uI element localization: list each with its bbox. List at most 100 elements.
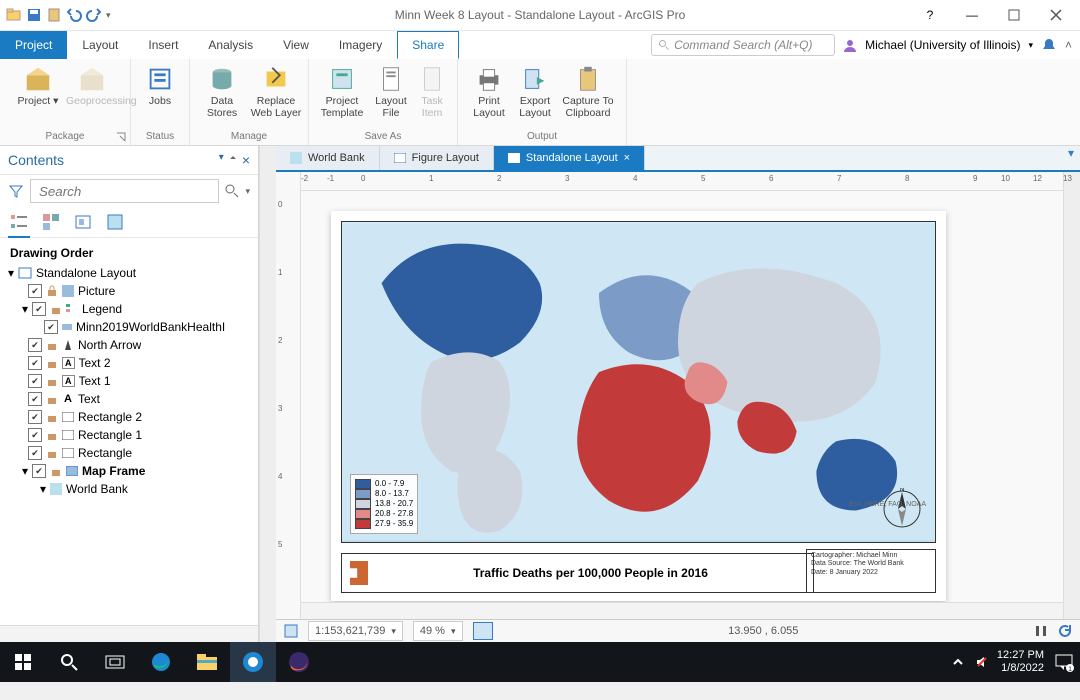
lock-icon[interactable] <box>46 339 58 351</box>
credit-box[interactable]: Cartographer: Michael Minn Data Source: … <box>806 549 936 593</box>
group-output: Print Layout Export Layout Capture To Cl… <box>458 59 627 145</box>
lock-icon[interactable] <box>46 447 58 459</box>
layout-page[interactable]: 0.0 - 7.9 8.0 - 13.7 13.8 - 20.7 20.8 - … <box>331 211 946 601</box>
ribbon: Project ▾ Geoprocessing Package Jobs Sta… <box>0 59 1080 146</box>
explorer-icon[interactable] <box>184 642 230 682</box>
content-area: Contents ▾ × ▾ Drawing Order ▾Standalone… <box>0 146 1080 642</box>
replace-web-layer-button[interactable]: Replace Web Layer <box>250 62 302 131</box>
open-project-icon[interactable] <box>6 7 22 23</box>
tab-insert[interactable]: Insert <box>133 31 193 59</box>
action-center-icon[interactable]: 1 <box>1054 652 1074 672</box>
lock-icon[interactable] <box>46 375 58 387</box>
tray-chevron-icon[interactable] <box>951 655 965 669</box>
redo-icon[interactable] <box>86 7 102 23</box>
lock-icon[interactable] <box>46 357 58 369</box>
doctab-standalone[interactable]: Standalone Layout× <box>494 146 645 170</box>
contents-view-icons <box>0 207 258 238</box>
selection-chip-icon[interactable] <box>284 624 298 638</box>
close-panel-icon[interactable]: × <box>242 152 250 168</box>
layout-icon <box>394 153 406 163</box>
project-template-button[interactable]: Project Template <box>316 62 368 131</box>
scale-box[interactable]: 1:153,621,739 ▾ <box>308 621 403 641</box>
view-options-icon[interactable]: ▾ <box>1062 146 1080 170</box>
svg-text:N: N <box>900 488 904 493</box>
canvas-scrollbar-h[interactable] <box>301 602 1063 619</box>
volume-icon[interactable] <box>975 655 989 669</box>
lock-icon[interactable] <box>46 285 58 297</box>
vertical-ruler: 012345 <box>276 172 301 619</box>
lock-icon[interactable] <box>50 303 62 315</box>
pin-icon[interactable] <box>228 152 238 162</box>
map-title-box[interactable]: Traffic Deaths per 100,000 People in 201… <box>341 553 814 593</box>
search-dropdown-icon[interactable]: ▾ <box>245 186 250 197</box>
capture-clipboard-button[interactable]: Capture To Clipboard <box>559 62 617 131</box>
pause-drawing-icon[interactable] <box>1034 624 1048 638</box>
filter-icon[interactable] <box>8 183 24 199</box>
data-stores-button[interactable]: Data Stores <box>196 62 248 131</box>
arcgis-pro-taskbar-icon[interactable] <box>230 642 276 682</box>
search-icon[interactable] <box>225 184 239 198</box>
contents-tree[interactable]: ▾Standalone Layout ✔Picture ▾✔Legend ✔Mi… <box>0 264 258 625</box>
panel-scrollbar-h[interactable] <box>0 625 258 642</box>
print-layout-button[interactable]: Print Layout <box>467 62 511 131</box>
user-dropdown-icon[interactable]: ▾ <box>1028 40 1033 51</box>
zoom-box[interactable]: 49 % ▾ <box>413 621 463 641</box>
help-button[interactable]: ? <box>910 1 950 29</box>
map-frame[interactable]: 0.0 - 7.9 8.0 - 13.7 13.8 - 20.7 20.8 - … <box>341 221 936 543</box>
element-type-icon[interactable] <box>40 211 62 233</box>
system-tray[interactable]: 12:27 PM 1/8/2022 1 <box>951 649 1080 674</box>
close-tab-icon[interactable]: × <box>624 152 630 164</box>
map-legend: 0.0 - 7.9 8.0 - 13.7 13.8 - 20.7 20.8 - … <box>350 474 418 534</box>
canvas-scrollbar-v[interactable] <box>1063 172 1080 619</box>
paste-icon[interactable] <box>46 7 62 23</box>
maximize-button[interactable] <box>994 1 1034 29</box>
lock-icon[interactable] <box>50 465 62 477</box>
doctab-worldbank[interactable]: World Bank <box>276 146 380 170</box>
qat-dropdown-icon[interactable]: ▾ <box>106 10 111 21</box>
refresh-icon[interactable] <box>1058 624 1072 638</box>
panel-scrollbar-v[interactable] <box>259 146 276 642</box>
tab-analysis[interactable]: Analysis <box>193 31 268 59</box>
selection-icon[interactable] <box>104 211 126 233</box>
basemap-attribution: Esri, HERE, FAO, NOAA <box>849 501 926 508</box>
undo-icon[interactable] <box>66 7 82 23</box>
save-icon[interactable] <box>26 7 42 23</box>
notifications-icon[interactable] <box>1041 37 1057 53</box>
tab-layout[interactable]: Layout <box>67 31 133 59</box>
project-package-button[interactable]: Project ▾ <box>12 62 64 131</box>
layout-canvas[interactable]: 0.0 - 7.9 8.0 - 13.7 13.8 - 20.7 20.8 - … <box>301 191 1063 602</box>
tab-imagery[interactable]: Imagery <box>324 31 397 59</box>
autohide-icon[interactable]: ▾ <box>219 152 224 168</box>
tab-share[interactable]: Share <box>397 31 459 59</box>
export-layout-button[interactable]: Export Layout <box>513 62 557 131</box>
layout-file-button[interactable]: Layout File <box>370 62 412 131</box>
jobs-button[interactable]: Jobs <box>134 62 186 131</box>
firefox-icon[interactable] <box>276 642 322 682</box>
world-map <box>342 222 935 542</box>
text-icon: A <box>62 357 75 369</box>
contents-search-input[interactable] <box>37 183 212 200</box>
map-title: Traffic Deaths per 100,000 People in 201… <box>376 566 805 580</box>
minimize-button[interactable]: — <box>952 1 992 29</box>
lock-icon[interactable] <box>46 429 58 441</box>
contents-panel: Contents ▾ × ▾ Drawing Order ▾Standalone… <box>0 146 259 642</box>
search-taskbar-icon[interactable] <box>46 642 92 682</box>
close-button[interactable] <box>1036 1 1076 29</box>
tab-view[interactable]: View <box>268 31 324 59</box>
group-saveas: Project Template Layout File Task Item S… <box>309 59 458 145</box>
doctab-figure[interactable]: Figure Layout <box>380 146 494 170</box>
dialog-launcher-icon[interactable] <box>116 132 126 142</box>
collapse-ribbon-icon[interactable]: ˄ <box>1065 38 1072 52</box>
drawing-order-icon[interactable] <box>8 211 30 233</box>
command-search-input[interactable]: Command Search (Alt+Q) <box>651 34 835 56</box>
map-frame-icon[interactable] <box>72 211 94 233</box>
lock-icon[interactable] <box>46 393 58 405</box>
taskview-icon[interactable] <box>92 642 138 682</box>
ribbon-tabs: Project Layout Insert Analysis View Imag… <box>0 31 1080 59</box>
start-button[interactable] <box>0 642 46 682</box>
tab-project[interactable]: Project <box>0 31 67 59</box>
zoom-slider[interactable] <box>473 622 493 640</box>
user-label[interactable]: Michael (University of Illinois) <box>865 38 1020 52</box>
edge-icon[interactable] <box>138 642 184 682</box>
lock-icon[interactable] <box>46 411 58 423</box>
